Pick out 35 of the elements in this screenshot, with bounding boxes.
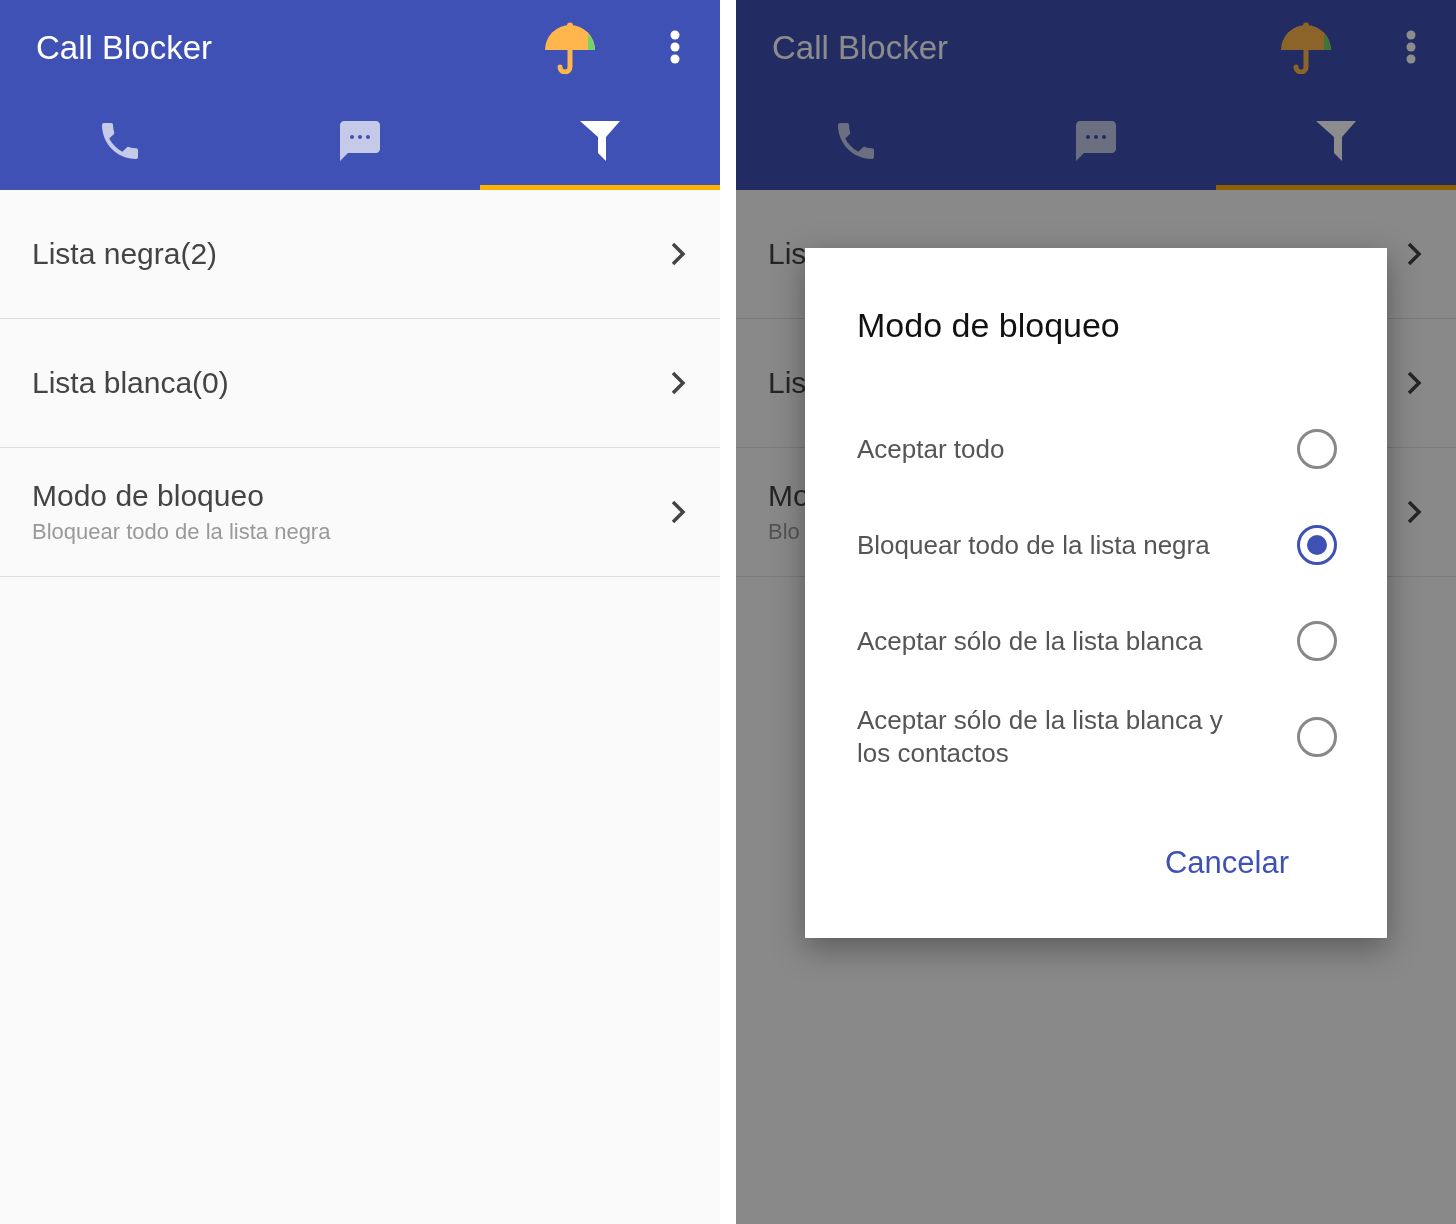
radio-button[interactable]: [1297, 717, 1337, 757]
item-title: Lista blanca(0): [32, 366, 229, 400]
umbrella-icon[interactable]: [1280, 22, 1332, 74]
chevron-icon: [1406, 499, 1422, 525]
more-options-icon[interactable]: [670, 30, 680, 66]
item-title: Modo de bloqueo: [32, 479, 264, 513]
list-item[interactable]: Lista blanca(0): [0, 319, 720, 448]
list-item[interactable]: Modo de bloqueo Bloquear todo de la lista negra: [0, 448, 720, 577]
radio-option[interactable]: Aceptar sólo de la lista blanca: [857, 593, 1337, 689]
cancel-button[interactable]: Cancelar: [1154, 835, 1337, 891]
chevron-icon: [670, 370, 686, 396]
radio-option[interactable]: Bloquear todo de la lista negra: [857, 497, 1337, 593]
umbrella-icon[interactable]: [544, 22, 596, 74]
option-label: Aceptar sólo de la lista blanca: [857, 624, 1204, 658]
radio-button[interactable]: [1297, 429, 1337, 469]
app-title: Call Blocker: [772, 29, 950, 67]
list-item[interactable]: Lista negra(2): [0, 190, 720, 319]
more-options-icon[interactable]: [1406, 30, 1416, 66]
dialog-title: Modo de bloqueo: [857, 306, 1121, 345]
chevron-icon: [1406, 241, 1422, 267]
chevron-icon: [1406, 370, 1422, 396]
chevron-icon: [670, 499, 686, 525]
item-title: Lis: [768, 366, 807, 400]
option-label: Aceptar sólo de la lista blanca y los contactos: [857, 704, 1224, 770]
radio-option[interactable]: Aceptar sólo de la lista blanca y los contactos: [857, 689, 1337, 785]
radio-button[interactable]: [1297, 621, 1337, 661]
radio-button[interactable]: [1297, 525, 1337, 565]
radio-option[interactable]: Aceptar todo: [857, 401, 1337, 497]
app-title: Call Blocker: [36, 29, 214, 67]
chevron-icon: [670, 241, 686, 267]
item-title: Lista negra(2): [32, 237, 218, 271]
item-subtitle: Bloquear todo de la lista negra: [32, 519, 331, 545]
option-label: Aceptar todo: [857, 432, 1006, 466]
option-label: Bloquear todo de la lista negra: [857, 528, 1211, 562]
item-title: Lis: [768, 237, 807, 271]
